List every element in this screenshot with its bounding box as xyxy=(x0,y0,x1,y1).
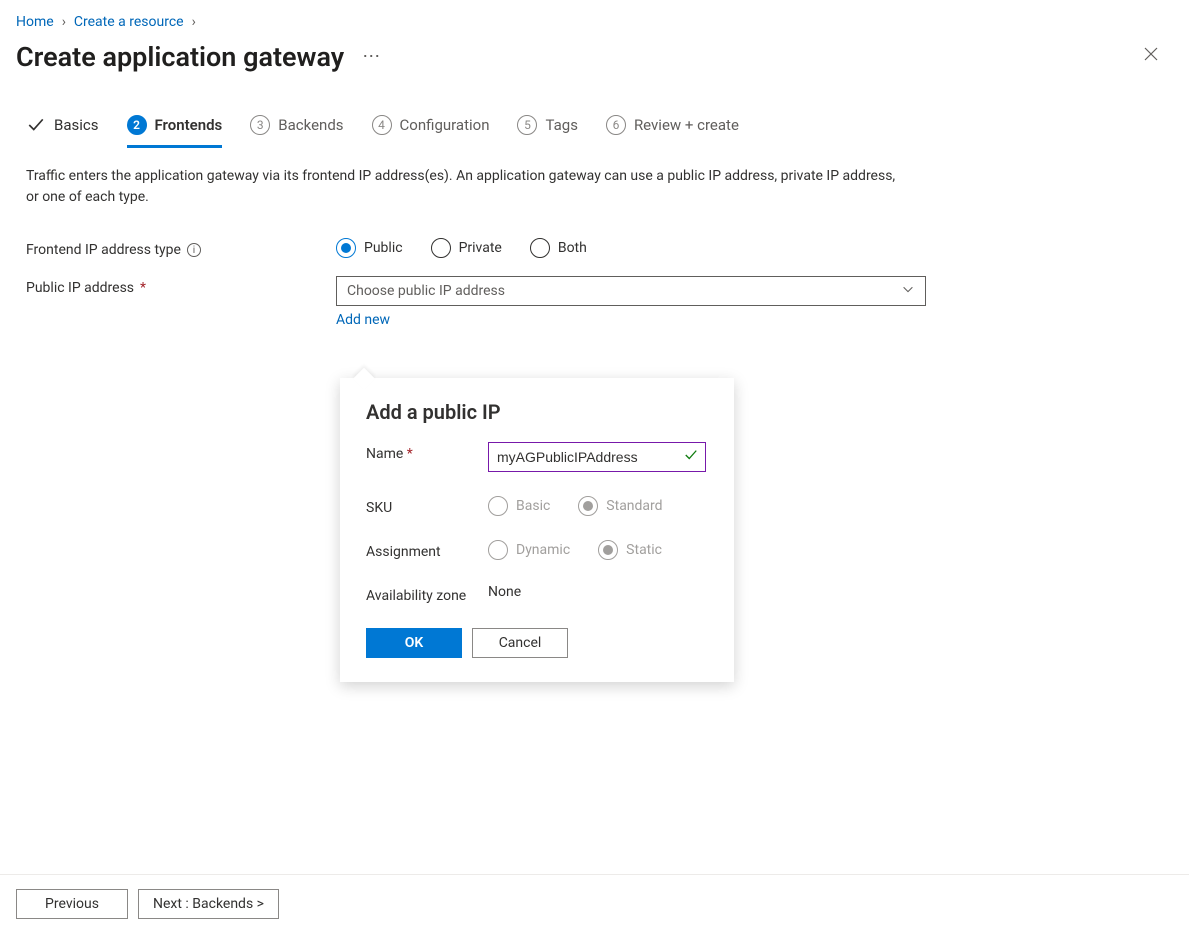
tab-backends-label: Backends xyxy=(278,116,343,134)
tab-frontends[interactable]: 2 Frontends xyxy=(127,115,223,148)
popup-title: Add a public IP xyxy=(366,400,708,424)
radio-assign-static-label: Static xyxy=(626,542,662,558)
frontend-ip-type-label: Frontend IP address type xyxy=(26,242,181,258)
step-number-icon: 4 xyxy=(372,115,392,135)
radio-sku-basic: Basic xyxy=(488,496,550,516)
tab-tags[interactable]: 5 Tags xyxy=(517,115,577,148)
page-title: Create application gateway xyxy=(16,41,344,73)
cancel-button[interactable]: Cancel xyxy=(472,628,568,658)
radio-icon xyxy=(530,238,550,258)
popup-az-value: None xyxy=(488,584,521,600)
step-number-icon: 6 xyxy=(606,115,626,135)
radio-sku-standard-label: Standard xyxy=(606,498,662,514)
step-number-icon: 2 xyxy=(127,115,147,135)
radio-both[interactable]: Both xyxy=(530,238,587,258)
radio-private[interactable]: Private xyxy=(431,238,502,258)
tab-basics-label: Basics xyxy=(54,116,99,134)
radio-icon xyxy=(598,540,618,560)
radio-icon xyxy=(578,496,598,516)
radio-sku-standard: Standard xyxy=(578,496,662,516)
public-ip-select-placeholder: Choose public IP address xyxy=(347,283,505,299)
public-ip-label: Public IP address xyxy=(26,280,134,296)
radio-assign-dynamic-label: Dynamic xyxy=(516,542,570,558)
ok-button[interactable]: OK xyxy=(366,628,462,658)
intro-text: Traffic enters the application gateway v… xyxy=(16,166,896,208)
breadcrumb-create-resource[interactable]: Create a resource xyxy=(74,14,184,30)
popup-sku-label: SKU xyxy=(366,500,392,516)
tab-tags-label: Tags xyxy=(545,116,577,134)
callout-beak-icon xyxy=(353,368,376,391)
chevron-down-icon xyxy=(901,282,915,300)
required-icon: * xyxy=(407,446,413,462)
breadcrumb-sep-icon: › xyxy=(62,14,66,30)
radio-assign-dynamic: Dynamic xyxy=(488,540,570,560)
radio-both-label: Both xyxy=(558,240,587,256)
next-button[interactable]: Next : Backends > xyxy=(138,889,279,919)
radio-private-label: Private xyxy=(459,240,502,256)
tab-configuration-label: Configuration xyxy=(400,116,490,134)
step-number-icon: 3 xyxy=(250,115,270,135)
wizard-tabs: Basics 2 Frontends 3 Backends 4 Configur… xyxy=(16,115,1169,148)
radio-public[interactable]: Public xyxy=(336,238,403,258)
breadcrumb-home[interactable]: Home xyxy=(16,14,54,30)
wizard-footer: Previous Next : Backends > xyxy=(0,874,1189,933)
step-number-icon: 5 xyxy=(517,115,537,135)
previous-button[interactable]: Previous xyxy=(16,889,128,919)
add-new-link[interactable]: Add new xyxy=(336,312,390,328)
radio-assign-static: Static xyxy=(598,540,662,560)
popup-az-label: Availability zone xyxy=(366,588,466,604)
add-public-ip-popup: Add a public IP Name * SKU xyxy=(340,378,734,682)
check-icon xyxy=(684,448,698,466)
tab-backends[interactable]: 3 Backends xyxy=(250,115,343,148)
close-icon[interactable] xyxy=(1137,40,1165,73)
tab-frontends-label: Frontends xyxy=(155,116,223,134)
required-icon: * xyxy=(140,280,146,296)
radio-icon xyxy=(488,540,508,560)
tab-basics[interactable]: Basics xyxy=(26,115,99,148)
check-icon xyxy=(26,115,46,135)
radio-icon xyxy=(488,496,508,516)
frontend-ip-type-radio-group: Public Private Both xyxy=(336,238,926,258)
more-actions-icon[interactable]: ⋯ xyxy=(362,46,380,67)
radio-icon xyxy=(336,238,356,258)
breadcrumb: Home › Create a resource › xyxy=(16,14,1169,30)
radio-public-label: Public xyxy=(364,240,403,256)
tab-review[interactable]: 6 Review + create xyxy=(606,115,739,148)
popup-name-input[interactable] xyxy=(488,442,706,472)
tab-configuration[interactable]: 4 Configuration xyxy=(372,115,490,148)
popup-name-label: Name xyxy=(366,446,403,462)
popup-assignment-label: Assignment xyxy=(366,544,441,560)
radio-sku-basic-label: Basic xyxy=(516,498,550,514)
radio-icon xyxy=(431,238,451,258)
public-ip-select[interactable]: Choose public IP address xyxy=(336,276,926,306)
breadcrumb-sep-icon: › xyxy=(192,14,196,30)
info-icon[interactable]: i xyxy=(187,243,201,257)
tab-review-label: Review + create xyxy=(634,116,739,134)
